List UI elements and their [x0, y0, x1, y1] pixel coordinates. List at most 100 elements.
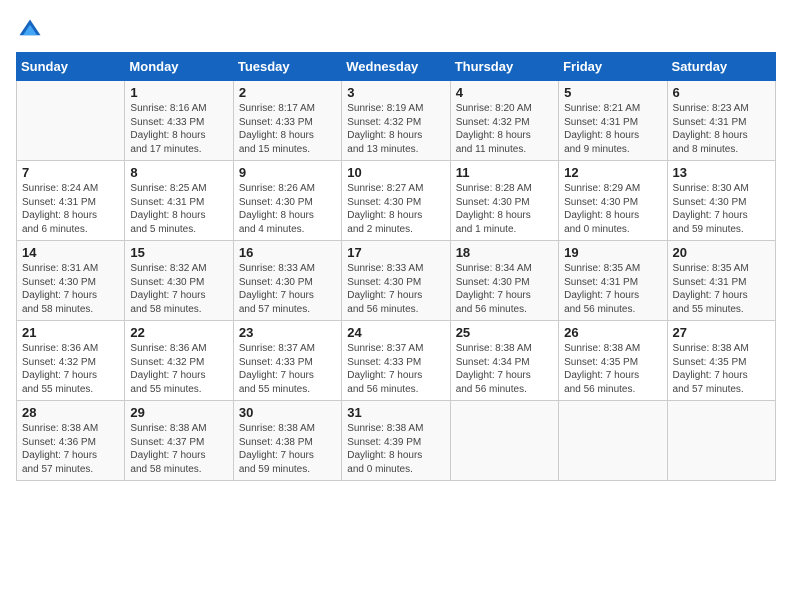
day-number: 28	[22, 405, 119, 420]
day-info: Sunrise: 8:35 AM Sunset: 4:31 PM Dayligh…	[673, 262, 770, 316]
day-number: 16	[239, 245, 336, 260]
day-number: 22	[130, 325, 227, 340]
calendar-cell: 10 Sunrise: 8:27 AM Sunset: 4:30 PM Dayli…	[342, 161, 450, 241]
day-number: 10	[347, 165, 444, 180]
day-info: Sunrise: 8:38 AM Sunset: 4:37 PM Dayligh…	[130, 422, 227, 476]
calendar-cell: 21 Sunrise: 8:36 AM Sunset: 4:32 PM Dayli…	[17, 321, 125, 401]
page-header	[16, 16, 776, 44]
calendar-cell: 17 Sunrise: 8:33 AM Sunset: 4:30 PM Dayli…	[342, 241, 450, 321]
day-number: 4	[456, 85, 553, 100]
calendar-cell: 1 Sunrise: 8:16 AM Sunset: 4:33 PM Daylig…	[125, 81, 233, 161]
day-info: Sunrise: 8:36 AM Sunset: 4:32 PM Dayligh…	[130, 342, 227, 396]
day-number: 17	[347, 245, 444, 260]
calendar-cell: 5Sunrise: 8:21 AM Sunset: 4:31 PM Daylig…	[559, 81, 667, 161]
calendar-cell: 30 Sunrise: 8:38 AM Sunset: 4:38 PM Dayli…	[233, 401, 341, 481]
day-number: 2	[239, 85, 336, 100]
day-number: 15	[130, 245, 227, 260]
calendar-cell: 24 Sunrise: 8:37 AM Sunset: 4:33 PM Dayli…	[342, 321, 450, 401]
day-number: 26	[564, 325, 661, 340]
day-info: Sunrise: 8:27 AM Sunset: 4:30 PM Dayligh…	[347, 182, 444, 236]
calendar-cell: 12Sunrise: 8:29 AM Sunset: 4:30 PM Dayli…	[559, 161, 667, 241]
day-number: 18	[456, 245, 553, 260]
calendar-week-row: 7 Sunrise: 8:24 AM Sunset: 4:31 PM Daylig…	[17, 161, 776, 241]
day-number: 7	[22, 165, 119, 180]
calendar-cell	[559, 401, 667, 481]
logo-icon	[16, 16, 44, 44]
day-info: Sunrise: 8:21 AM Sunset: 4:31 PM Dayligh…	[564, 102, 661, 156]
day-number: 29	[130, 405, 227, 420]
col-header-saturday: Saturday	[667, 53, 775, 81]
col-header-wednesday: Wednesday	[342, 53, 450, 81]
calendar-cell: 25 Sunrise: 8:38 AM Sunset: 4:34 PM Dayli…	[450, 321, 558, 401]
day-info: Sunrise: 8:20 AM Sunset: 4:32 PM Dayligh…	[456, 102, 553, 156]
day-info: Sunrise: 8:26 AM Sunset: 4:30 PM Dayligh…	[239, 182, 336, 236]
day-info: Sunrise: 8:32 AM Sunset: 4:30 PM Dayligh…	[130, 262, 227, 316]
calendar-cell: 14 Sunrise: 8:31 AM Sunset: 4:30 PM Dayli…	[17, 241, 125, 321]
day-number: 24	[347, 325, 444, 340]
calendar-cell: 6 Sunrise: 8:23 AM Sunset: 4:31 PM Daylig…	[667, 81, 775, 161]
day-number: 14	[22, 245, 119, 260]
day-info: Sunrise: 8:36 AM Sunset: 4:32 PM Dayligh…	[22, 342, 119, 396]
day-info: Sunrise: 8:33 AM Sunset: 4:30 PM Dayligh…	[239, 262, 336, 316]
col-header-sunday: Sunday	[17, 53, 125, 81]
day-number: 11	[456, 165, 553, 180]
day-number: 25	[456, 325, 553, 340]
calendar-table: SundayMondayTuesdayWednesdayThursdayFrid…	[16, 52, 776, 481]
calendar-week-row: 1 Sunrise: 8:16 AM Sunset: 4:33 PM Daylig…	[17, 81, 776, 161]
day-number: 3	[347, 85, 444, 100]
day-number: 8	[130, 165, 227, 180]
calendar-cell: 26 Sunrise: 8:38 AM Sunset: 4:35 PM Dayli…	[559, 321, 667, 401]
calendar-cell: 8 Sunrise: 8:25 AM Sunset: 4:31 PM Daylig…	[125, 161, 233, 241]
calendar-week-row: 14 Sunrise: 8:31 AM Sunset: 4:30 PM Dayli…	[17, 241, 776, 321]
day-number: 27	[673, 325, 770, 340]
col-header-tuesday: Tuesday	[233, 53, 341, 81]
day-info: Sunrise: 8:37 AM Sunset: 4:33 PM Dayligh…	[347, 342, 444, 396]
calendar-cell: 16 Sunrise: 8:33 AM Sunset: 4:30 PM Dayli…	[233, 241, 341, 321]
calendar-week-row: 28 Sunrise: 8:38 AM Sunset: 4:36 PM Dayli…	[17, 401, 776, 481]
day-info: Sunrise: 8:19 AM Sunset: 4:32 PM Dayligh…	[347, 102, 444, 156]
calendar-cell: 22 Sunrise: 8:36 AM Sunset: 4:32 PM Dayli…	[125, 321, 233, 401]
day-info: Sunrise: 8:23 AM Sunset: 4:31 PM Dayligh…	[673, 102, 770, 156]
day-info: Sunrise: 8:16 AM Sunset: 4:33 PM Dayligh…	[130, 102, 227, 156]
day-info: Sunrise: 8:38 AM Sunset: 4:35 PM Dayligh…	[564, 342, 661, 396]
calendar-week-row: 21 Sunrise: 8:36 AM Sunset: 4:32 PM Dayli…	[17, 321, 776, 401]
day-number: 20	[673, 245, 770, 260]
day-info: Sunrise: 8:37 AM Sunset: 4:33 PM Dayligh…	[239, 342, 336, 396]
calendar-cell: 23 Sunrise: 8:37 AM Sunset: 4:33 PM Dayli…	[233, 321, 341, 401]
day-info: Sunrise: 8:38 AM Sunset: 4:39 PM Dayligh…	[347, 422, 444, 476]
calendar-header-row: SundayMondayTuesdayWednesdayThursdayFrid…	[17, 53, 776, 81]
calendar-cell	[450, 401, 558, 481]
day-number: 31	[347, 405, 444, 420]
day-info: Sunrise: 8:38 AM Sunset: 4:34 PM Dayligh…	[456, 342, 553, 396]
day-number: 1	[130, 85, 227, 100]
logo	[16, 16, 48, 44]
day-info: Sunrise: 8:35 AM Sunset: 4:31 PM Dayligh…	[564, 262, 661, 316]
calendar-cell: 20 Sunrise: 8:35 AM Sunset: 4:31 PM Dayli…	[667, 241, 775, 321]
calendar-cell: 27Sunrise: 8:38 AM Sunset: 4:35 PM Dayli…	[667, 321, 775, 401]
col-header-thursday: Thursday	[450, 53, 558, 81]
calendar-cell: 9Sunrise: 8:26 AM Sunset: 4:30 PM Daylig…	[233, 161, 341, 241]
day-info: Sunrise: 8:38 AM Sunset: 4:36 PM Dayligh…	[22, 422, 119, 476]
day-number: 21	[22, 325, 119, 340]
day-number: 23	[239, 325, 336, 340]
day-number: 6	[673, 85, 770, 100]
day-info: Sunrise: 8:28 AM Sunset: 4:30 PM Dayligh…	[456, 182, 553, 236]
calendar-cell: 11 Sunrise: 8:28 AM Sunset: 4:30 PM Dayli…	[450, 161, 558, 241]
day-info: Sunrise: 8:33 AM Sunset: 4:30 PM Dayligh…	[347, 262, 444, 316]
day-info: Sunrise: 8:25 AM Sunset: 4:31 PM Dayligh…	[130, 182, 227, 236]
col-header-friday: Friday	[559, 53, 667, 81]
calendar-cell: 3 Sunrise: 8:19 AM Sunset: 4:32 PM Daylig…	[342, 81, 450, 161]
col-header-monday: Monday	[125, 53, 233, 81]
day-number: 13	[673, 165, 770, 180]
calendar-cell: 4 Sunrise: 8:20 AM Sunset: 4:32 PM Daylig…	[450, 81, 558, 161]
calendar-cell: 28 Sunrise: 8:38 AM Sunset: 4:36 PM Dayli…	[17, 401, 125, 481]
calendar-cell: 7 Sunrise: 8:24 AM Sunset: 4:31 PM Daylig…	[17, 161, 125, 241]
calendar-cell: 19Sunrise: 8:35 AM Sunset: 4:31 PM Dayli…	[559, 241, 667, 321]
day-info: Sunrise: 8:31 AM Sunset: 4:30 PM Dayligh…	[22, 262, 119, 316]
day-number: 30	[239, 405, 336, 420]
day-info: Sunrise: 8:38 AM Sunset: 4:38 PM Dayligh…	[239, 422, 336, 476]
day-info: Sunrise: 8:24 AM Sunset: 4:31 PM Dayligh…	[22, 182, 119, 236]
calendar-cell: 29 Sunrise: 8:38 AM Sunset: 4:37 PM Dayli…	[125, 401, 233, 481]
day-info: Sunrise: 8:17 AM Sunset: 4:33 PM Dayligh…	[239, 102, 336, 156]
calendar-cell	[17, 81, 125, 161]
